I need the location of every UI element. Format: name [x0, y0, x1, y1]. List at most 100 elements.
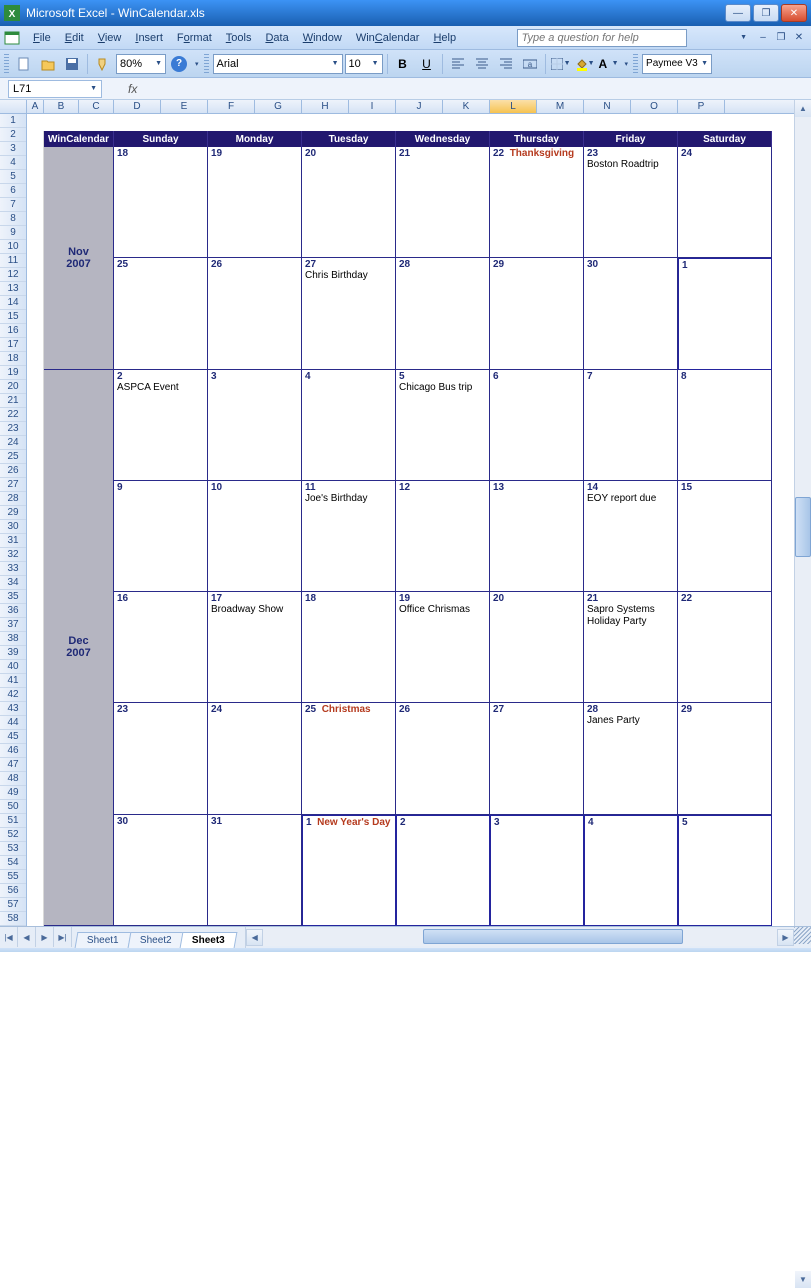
row-header-54[interactable]: 54	[0, 856, 26, 870]
calendar-day-cell[interactable]: 17Broadway Show	[208, 592, 302, 703]
col-header-M[interactable]: M	[537, 100, 584, 113]
sheet-tab-sheet2[interactable]: Sheet2	[127, 932, 184, 948]
calendar-day-cell[interactable]: 16	[114, 592, 208, 703]
mdi-restore-button[interactable]: ❐	[773, 31, 789, 45]
calendar-day-cell[interactable]: 23Boston Roadtrip	[584, 147, 678, 258]
row-header-17[interactable]: 17	[0, 338, 26, 352]
row-header-19[interactable]: 19	[0, 366, 26, 380]
font-size-combobox[interactable]: 10▼	[345, 54, 383, 74]
maximize-button[interactable]: ❐	[753, 4, 779, 22]
col-header-I[interactable]: I	[349, 100, 396, 113]
row-header-55[interactable]: 55	[0, 870, 26, 884]
col-header-J[interactable]: J	[396, 100, 443, 113]
calendar-day-cell[interactable]: 30	[114, 815, 208, 926]
vertical-scrollbar[interactable]: ▲ ▼	[794, 100, 811, 926]
row-header-11[interactable]: 11	[0, 254, 26, 268]
calendar-day-cell[interactable]: 31	[208, 815, 302, 926]
row-header-58[interactable]: 58	[0, 912, 26, 926]
calendar-day-cell[interactable]: 14EOY report due	[584, 481, 678, 592]
row-header-43[interactable]: 43	[0, 702, 26, 716]
row-header-53[interactable]: 53	[0, 842, 26, 856]
fill-color-icon[interactable]: ▼	[574, 53, 596, 75]
col-header-B[interactable]: B	[44, 100, 79, 113]
calendar-day-cell[interactable]: 10	[208, 481, 302, 592]
calendar-day-cell[interactable]: 9	[114, 481, 208, 592]
calendar-day-cell[interactable]: 2ASPCA Event	[114, 370, 208, 481]
row-header-41[interactable]: 41	[0, 674, 26, 688]
col-header-A[interactable]: A	[27, 100, 44, 113]
row-header-47[interactable]: 47	[0, 758, 26, 772]
calendar-day-cell[interactable]: 19Office Chrismas	[396, 592, 490, 703]
calendar-day-cell[interactable]: 20	[490, 592, 584, 703]
select-all-corner[interactable]	[0, 100, 27, 113]
minimize-button[interactable]: —	[725, 4, 751, 22]
calendar-day-cell[interactable]: 30	[584, 258, 678, 369]
calendar-day-cell[interactable]: 11Joe's Birthday	[302, 481, 396, 592]
underline-icon[interactable]: U	[416, 53, 438, 75]
row-header-27[interactable]: 27	[0, 478, 26, 492]
row-header-25[interactable]: 25	[0, 450, 26, 464]
row-header-1[interactable]: 1	[0, 114, 26, 128]
tab-nav-prev[interactable]: ◀	[18, 927, 36, 947]
calendar-day-cell[interactable]: 24	[678, 147, 772, 258]
col-header-P[interactable]: P	[678, 100, 725, 113]
row-header-33[interactable]: 33	[0, 562, 26, 576]
menu-insert[interactable]: Insert	[128, 30, 170, 46]
calendar-day-cell[interactable]: 28Janes Party	[584, 703, 678, 814]
row-header-52[interactable]: 52	[0, 828, 26, 842]
toolbar-grip-3[interactable]	[633, 54, 638, 74]
sheet-body[interactable]: WinCalendarSundayMondayTuesdayWednesdayT…	[27, 114, 794, 926]
row-header-38[interactable]: 38	[0, 632, 26, 646]
calendar-day-cell[interactable]: 22 Thanksgiving	[490, 147, 584, 258]
bold-icon[interactable]: B	[392, 53, 414, 75]
col-header-G[interactable]: G	[255, 100, 302, 113]
scroll-up-button[interactable]: ▲	[795, 100, 811, 117]
calendar-day-cell[interactable]: 18	[302, 592, 396, 703]
calendar-day-cell[interactable]: 21Sapro Systems Holiday Party	[584, 592, 678, 703]
row-header-31[interactable]: 31	[0, 534, 26, 548]
hscroll-left-button[interactable]: ◀	[246, 929, 263, 946]
calendar-day-cell[interactable]: 8	[678, 370, 772, 481]
row-header-42[interactable]: 42	[0, 688, 26, 702]
calendar-day-cell[interactable]: 2	[396, 815, 490, 926]
open-file-icon[interactable]	[37, 53, 59, 75]
row-header-29[interactable]: 29	[0, 506, 26, 520]
calendar-day-cell[interactable]: 19	[208, 147, 302, 258]
row-header-23[interactable]: 23	[0, 422, 26, 436]
align-left-icon[interactable]	[447, 53, 469, 75]
toolbar-overflow-2-icon[interactable]: ▾	[625, 60, 629, 68]
align-center-icon[interactable]	[471, 53, 493, 75]
row-header-37[interactable]: 37	[0, 618, 26, 632]
calendar-day-cell[interactable]: 6	[490, 370, 584, 481]
borders-icon[interactable]: ▼	[550, 53, 572, 75]
col-header-D[interactable]: D	[114, 100, 161, 113]
row-header-5[interactable]: 5	[0, 170, 26, 184]
calendar-day-cell[interactable]: 24	[208, 703, 302, 814]
menu-edit[interactable]: Edit	[58, 30, 91, 46]
calendar-day-cell[interactable]: 27	[490, 703, 584, 814]
fx-icon[interactable]: fx	[128, 82, 137, 96]
font-color-icon[interactable]: A▼	[598, 53, 620, 75]
tab-nav-last[interactable]: ▶|	[54, 927, 72, 947]
row-header-35[interactable]: 35	[0, 590, 26, 604]
col-header-N[interactable]: N	[584, 100, 631, 113]
row-header-45[interactable]: 45	[0, 730, 26, 744]
menu-view[interactable]: View	[91, 30, 129, 46]
row-header-13[interactable]: 13	[0, 282, 26, 296]
row-header-48[interactable]: 48	[0, 772, 26, 786]
row-header-50[interactable]: 50	[0, 800, 26, 814]
row-header-9[interactable]: 9	[0, 226, 26, 240]
calendar-day-cell[interactable]: 4	[302, 370, 396, 481]
row-header-20[interactable]: 20	[0, 380, 26, 394]
help-icon[interactable]: ?	[168, 53, 190, 75]
menu-wincalendar[interactable]: WinCalendar	[349, 30, 427, 46]
calendar-day-cell[interactable]: 5Chicago Bus trip	[396, 370, 490, 481]
row-header-12[interactable]: 12	[0, 268, 26, 282]
format-painter-icon[interactable]	[92, 53, 114, 75]
row-header-24[interactable]: 24	[0, 436, 26, 450]
menu-format[interactable]: Format	[170, 30, 219, 46]
row-header-18[interactable]: 18	[0, 352, 26, 366]
calendar-day-cell[interactable]: 23	[114, 703, 208, 814]
mdi-minimize-button[interactable]: –	[755, 31, 771, 45]
col-header-F[interactable]: F	[208, 100, 255, 113]
